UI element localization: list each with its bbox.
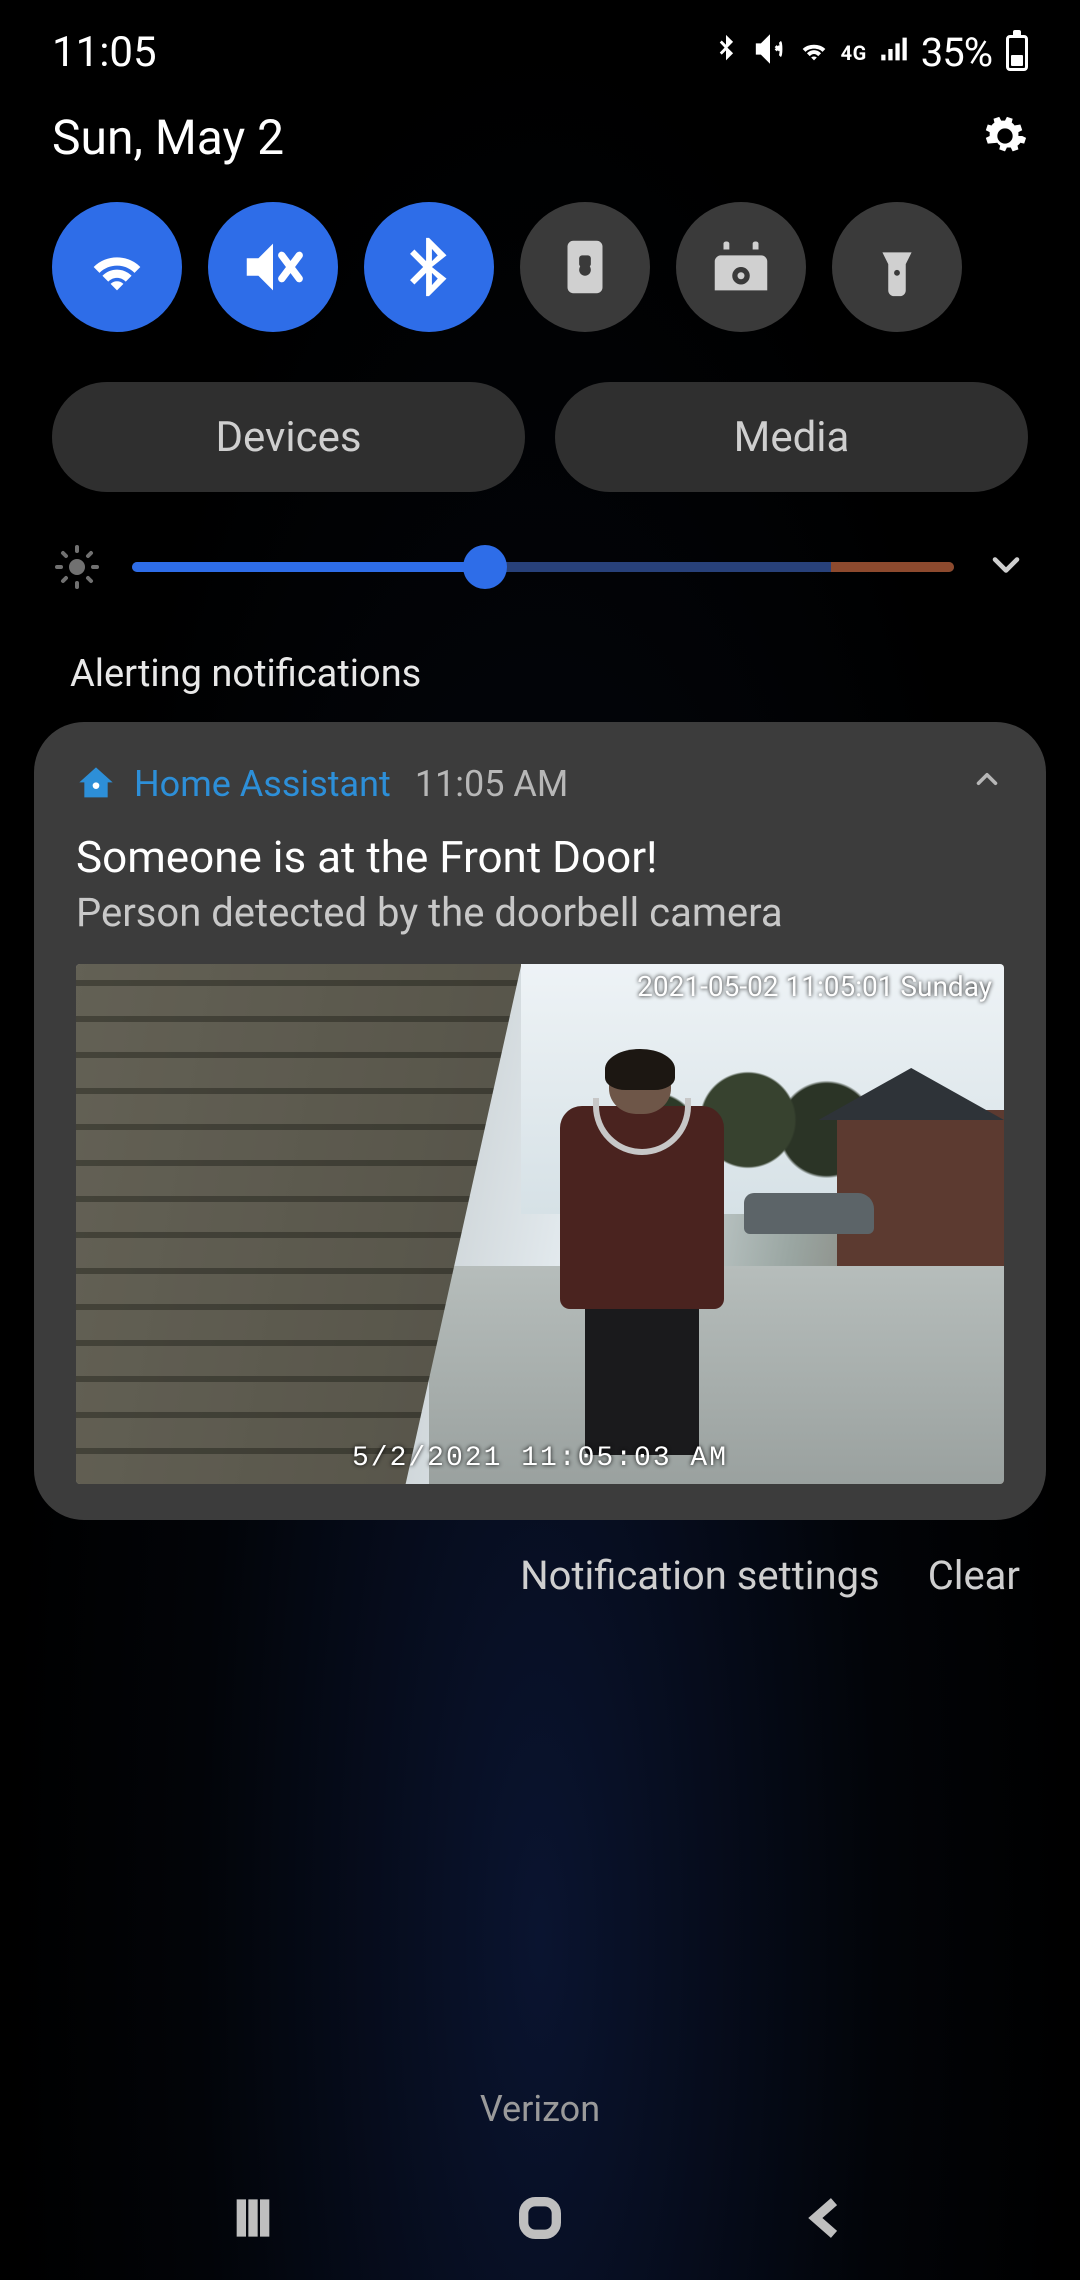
carrier-label: Verizon — [0, 2088, 1080, 2130]
qs-flashlight-toggle[interactable] — [832, 202, 962, 332]
media-label: Media — [734, 413, 850, 462]
battery-icon — [1006, 35, 1028, 71]
status-indicators: 4G 35% — [709, 28, 1028, 77]
brightness-icon — [52, 542, 102, 592]
bluetooth-icon — [709, 28, 743, 77]
notification-settings-button[interactable]: Notification settings — [520, 1552, 880, 1599]
notification-camera-image: 2021-05-02 11:05:01 Sunday 5/2/2021 11:0… — [76, 964, 1004, 1484]
notification-title: Someone is at the Front Door! — [76, 831, 1004, 883]
brightness-expand-button[interactable] — [984, 543, 1028, 591]
wifi-icon — [797, 28, 831, 77]
mute-vibrate-icon — [753, 28, 787, 77]
devices-panel-button[interactable]: Devices — [52, 382, 525, 492]
qs-sound-toggle[interactable] — [208, 202, 338, 332]
devices-label: Devices — [215, 413, 361, 462]
notification-app-name: Home Assistant — [134, 763, 391, 805]
clear-button[interactable]: Clear — [928, 1552, 1020, 1599]
navigation-bar — [0, 2190, 1080, 2250]
qs-wifi-toggle[interactable] — [52, 202, 182, 332]
brightness-slider[interactable] — [132, 547, 954, 587]
home-assistant-icon — [76, 764, 116, 804]
qs-smart-home-toggle[interactable] — [676, 202, 806, 332]
qs-bluetooth-toggle[interactable] — [364, 202, 494, 332]
date-label: Sun, May 2 — [52, 109, 284, 166]
notification-collapse-button[interactable] — [970, 762, 1004, 805]
notification-card[interactable]: Home Assistant 11:05 AM Someone is at th… — [34, 722, 1046, 1520]
settings-button[interactable] — [982, 113, 1028, 163]
recents-button[interactable] — [225, 2190, 281, 2250]
home-button[interactable] — [512, 2190, 568, 2250]
battery-percent: 35% — [921, 29, 992, 76]
notification-time: 11:05 AM — [415, 763, 569, 805]
camera-timestamp-bottom: 5/2/2021 11:05:03 AM — [352, 1443, 728, 1474]
section-title: Alerting notifications — [0, 612, 1080, 714]
signal-icon — [877, 28, 911, 77]
notification-body: Person detected by the doorbell camera — [76, 889, 1004, 936]
status-bar: 11:05 4G 35% — [0, 0, 1080, 87]
media-panel-button[interactable]: Media — [555, 382, 1028, 492]
camera-timestamp-top: 2021-05-02 11:05:01 Sunday — [637, 970, 992, 1003]
quick-settings-row — [0, 178, 1080, 352]
qs-rotation-lock-toggle[interactable] — [520, 202, 650, 332]
network-type-label: 4G — [841, 41, 867, 65]
back-button[interactable] — [799, 2190, 855, 2250]
status-time: 11:05 — [52, 28, 157, 77]
